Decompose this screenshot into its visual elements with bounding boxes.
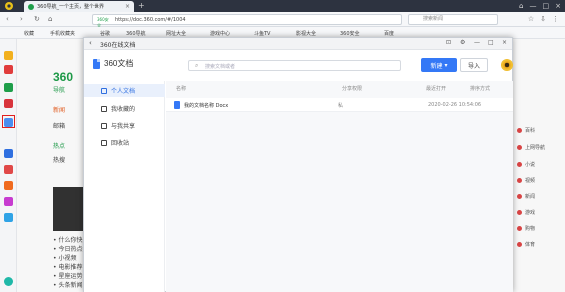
secure-badge: 360安全 [97,17,109,28]
doc-file-icon [174,101,180,109]
app-icon[interactable] [4,65,13,74]
star-icon[interactable] [4,51,13,60]
minimize-icon[interactable]: — [530,1,537,11]
home-window-icon[interactable]: ⌂ [519,1,523,11]
browser-search-placeholder: 搜索新闻 [423,16,444,22]
column-recent[interactable]: 最近打开 [426,85,446,92]
app-icon[interactable] [4,165,13,174]
app-icon[interactable] [4,197,13,206]
dialog-header: ‹ 360在线文档 ⊡ ⚙ — □ × [84,38,512,50]
new-button-label: 新建 [430,62,443,70]
settings-icon[interactable] [4,277,13,286]
close-icon[interactable]: × [502,39,507,46]
dialog-title: 360在线文档 [100,42,136,49]
pin-icon[interactable]: ⊡ [446,39,451,46]
table-header: 名称 分享权限 最近打开 排序方式 [166,81,513,94]
document-icon [93,58,100,69]
browser-tab[interactable]: 360导航_一个主页，整个世界 × [24,1,134,12]
star-icon [101,105,107,112]
title-bar: 360导航_一个主页，整个世界 × + ⌂ — □ × [0,0,565,12]
app-icon[interactable] [4,213,13,222]
minimize-icon[interactable]: — [474,39,480,46]
sidebar-item-my-docs[interactable]: 个人文档 [84,84,165,97]
bookmark-item[interactable]: 收藏 [24,30,34,37]
avatar[interactable] [501,59,513,71]
address-bar[interactable]: 360安全 https://doc.360.com/#/1004 [92,14,402,28]
sidebar-item-label: 回收站 [111,140,130,147]
import-button[interactable]: 导入 [460,58,488,72]
browser-toolbar: ‹ › ↻ ⌂ 360安全 https://doc.360.com/#/1004… [0,12,565,28]
home-icon[interactable]: ⌂ [48,15,52,23]
new-doc-button[interactable]: 新建 ▾ [421,58,457,72]
file-name[interactable]: 我的文档名称 Docx [184,102,228,109]
chevron-down-icon: ▾ [444,61,448,69]
column-share[interactable]: 分享权限 [342,85,362,92]
bookmark-item[interactable]: 影视大全 [296,30,316,37]
bookmark-item[interactable]: 手机收藏夹 [50,30,75,37]
share-icon [101,122,107,129]
settings-icon[interactable]: ⚙ [460,39,465,46]
back-icon[interactable]: ‹ [6,15,9,23]
app-icon[interactable] [4,181,13,190]
trash-icon [101,139,107,146]
search-icon: ⌕ [195,62,199,69]
app-icon[interactable] [4,149,13,158]
bookmark-item[interactable]: 游戏中心 [210,30,230,37]
sidebar-item-label: 与我共享 [111,123,136,130]
toolbar-actions: ☆ ⇩ ⋮ [528,15,559,23]
app-icon[interactable] [4,99,13,108]
sidebar-item-label: 个人文档 [111,88,136,95]
dialog-back-icon[interactable]: ‹ [89,39,92,47]
column-name[interactable]: 名称 [176,85,186,92]
browser-sidebar [0,39,17,292]
maximize-icon[interactable]: □ [543,1,550,11]
doc-sidebar: 个人文档 我收藏的 与我共享 回收站 [84,81,165,292]
new-tab-button[interactable]: + [138,1,145,11]
file-time: 2020-02-26 10:54:06 [428,102,482,108]
sidebar-item-shared[interactable]: 与我共享 [84,119,165,132]
close-window-icon[interactable]: × [555,1,561,11]
doc-logo: 360文档 [93,58,133,69]
window-controls: ⌂ — □ × [519,1,561,11]
sidebar-item-label: 我收藏的 [111,106,136,113]
sidebar-item-trash[interactable]: 回收站 [84,136,165,149]
browser-search-input[interactable]: 搜索新闻 [408,14,498,25]
download-icon[interactable]: ⇩ [540,15,546,23]
bookmark-item[interactable]: 360导航 [126,30,146,37]
bookmark-item[interactable]: 斗鱼TV [254,30,270,37]
folder-icon [101,87,107,94]
table-row[interactable]: 我的文档名称 Docx 私 2020-02-26 10:54:06 [166,98,513,112]
bookmark-item[interactable]: 360安全 [340,30,360,37]
doc-file-list: 名称 分享权限 最近打开 排序方式 我的文档名称 Docx 私 2020-02-… [166,81,513,292]
selected-highlight [2,115,15,128]
bookmark-item[interactable]: 百度 [384,30,394,37]
doc-dialog: ‹ 360在线文档 ⊡ ⚙ — □ × 360文档 ⌕ 搜索文档或者 新建 ▾ … [83,37,513,292]
forward-icon[interactable]: › [20,15,23,23]
reload-icon[interactable]: ↻ [34,15,40,23]
app-icon[interactable] [4,83,13,92]
tab-title: 360导航_一个主页，整个世界 [37,4,105,10]
url-text: https://doc.360.com/#/1004 [115,16,186,23]
doc-search-input[interactable]: ⌕ 搜索文档或者 [188,60,401,71]
bookmark-item[interactable]: 网址大全 [166,30,186,37]
sidebar-item-favorites[interactable]: 我收藏的 [84,102,165,115]
tab-favicon-icon [28,3,34,10]
file-share: 私 [338,103,344,109]
doc-logo-text: 360文档 [104,59,134,68]
maximize-icon[interactable]: □ [488,39,494,46]
menu-icon[interactable]: ⋮ [552,15,559,23]
column-sort[interactable]: 排序方式 [470,85,490,92]
bookmark-item[interactable]: 谷歌 [100,30,110,37]
favorite-icon[interactable]: ☆ [528,15,534,23]
browser-logo-icon[interactable] [3,1,19,11]
tab-close-icon[interactable]: × [125,3,130,10]
search-placeholder: 搜索文档或者 [205,64,236,70]
